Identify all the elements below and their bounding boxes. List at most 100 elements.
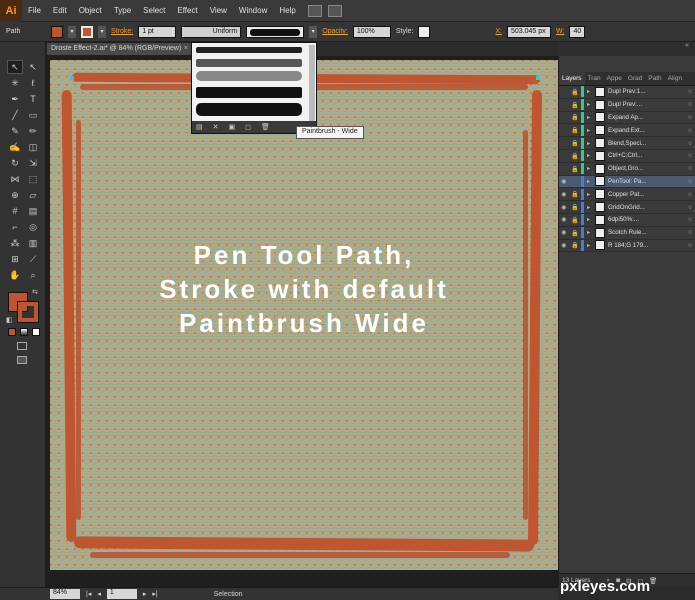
lock-icon[interactable]: 🔒: [569, 165, 581, 173]
menu-object[interactable]: Object: [73, 6, 108, 15]
slice-icon[interactable]: ⟋: [25, 252, 41, 266]
stroke-dropdown-icon[interactable]: ▾: [98, 25, 106, 38]
collapse-icon[interactable]: «: [685, 42, 689, 49]
lock-icon[interactable]: 🔒: [569, 152, 581, 160]
expand-arrow-icon[interactable]: ▸: [587, 178, 595, 185]
zoom-field[interactable]: 84%: [50, 589, 80, 599]
anchor-point-top-left[interactable]: [70, 76, 74, 80]
layer-name[interactable]: PenTool: Pa...: [608, 178, 685, 185]
rotate-icon[interactable]: ↻: [7, 156, 23, 170]
stroke-swatch[interactable]: [81, 25, 93, 38]
document-tab[interactable]: Droste Effect-2.ai* @ 84% (RGB/Preview) …: [46, 42, 192, 56]
shape-builder-icon[interactable]: ⊕: [7, 188, 23, 202]
eraser-icon[interactable]: ◫: [25, 140, 41, 154]
mesh-icon[interactable]: #: [7, 204, 23, 218]
layer-row[interactable]: ◉ 🔒 ▸ GridOnGrid... ○: [559, 201, 695, 214]
layer-name[interactable]: R 184;G 179...: [608, 242, 685, 249]
expand-arrow-icon[interactable]: ▸: [587, 152, 595, 159]
brush-dropdown-icon[interactable]: ▾: [309, 25, 318, 38]
layer-row[interactable]: 🔒 ▸ Expand Ap... ○: [559, 111, 695, 125]
last-artboard-icon[interactable]: ▸|: [152, 590, 157, 598]
tab-appearance[interactable]: Appe: [604, 72, 625, 85]
target-circle-icon[interactable]: ○: [685, 216, 695, 223]
visibility-eye-icon[interactable]: ◉: [559, 178, 569, 185]
layer-name[interactable]: Scotch Rule...: [608, 229, 685, 236]
layer-row[interactable]: ◉ 🔒 ▸ R 184;G 179... ○: [559, 239, 695, 253]
expand-arrow-icon[interactable]: ▸: [587, 127, 595, 134]
w-label[interactable]: W:: [556, 28, 564, 35]
expand-arrow-icon[interactable]: ▸: [587, 101, 595, 108]
visibility-eye-icon[interactable]: ◉: [559, 204, 569, 211]
eyedropper-icon[interactable]: ⌐: [7, 220, 23, 234]
column-graph-icon[interactable]: ▥: [25, 236, 41, 250]
width-icon[interactable]: ⋈: [7, 172, 23, 186]
layer-name[interactable]: Expand Ap...: [608, 114, 685, 121]
status-mode[interactable]: Selection: [214, 591, 243, 598]
expand-arrow-icon[interactable]: ▸: [587, 216, 595, 223]
zoom-icon[interactable]: ⌕: [25, 268, 41, 282]
menu-help[interactable]: Help: [273, 6, 301, 15]
close-icon[interactable]: ×: [184, 45, 188, 52]
brush-stroke-bottom[interactable]: [73, 536, 535, 552]
direct-selection-tool-icon[interactable]: ↖: [25, 60, 41, 74]
tab-gradient[interactable]: Grad: [625, 72, 645, 85]
tab-layers[interactable]: Layers: [559, 72, 585, 85]
menu-type[interactable]: Type: [108, 6, 137, 15]
scale-icon[interactable]: ⇲: [25, 156, 41, 170]
menu-effect[interactable]: Effect: [171, 6, 203, 15]
opacity-field[interactable]: 100%: [352, 25, 391, 38]
expand-arrow-icon[interactable]: ▸: [587, 114, 595, 121]
brush-option-1[interactable]: [196, 47, 302, 53]
target-circle-icon[interactable]: ○: [685, 114, 695, 121]
target-circle-icon[interactable]: ○: [685, 152, 695, 159]
paintbrush-icon[interactable]: ✎: [7, 124, 23, 138]
lasso-icon[interactable]: ℓ: [25, 76, 41, 90]
tab-pathfinder[interactable]: Path: [645, 72, 664, 85]
target-circle-icon[interactable]: ○: [685, 229, 695, 236]
artboard-icon[interactable]: ⊞: [7, 252, 23, 266]
layer-name[interactable]: Ctrl+C;Ctrl...: [608, 152, 685, 159]
first-artboard-icon[interactable]: |◂: [86, 590, 91, 598]
expand-arrow-icon[interactable]: ▸: [587, 204, 595, 211]
opacity-label[interactable]: Opacity:: [322, 28, 348, 35]
layer-row[interactable]: ◉ ▸ PenTool: Pa... ○: [559, 175, 695, 189]
dropdown-scrollbar[interactable]: [309, 45, 315, 121]
layer-name[interactable]: GridOnGrid...: [608, 204, 685, 211]
lock-icon[interactable]: 🔒: [569, 126, 581, 134]
layer-row[interactable]: 🔒 ▸ Blend,Speci... ○: [559, 137, 695, 150]
target-circle-icon[interactable]: ○: [685, 140, 695, 147]
panel-collapse-bar[interactable]: «: [558, 42, 695, 56]
layer-name[interactable]: Blend,Speci...: [608, 140, 685, 147]
target-circle-icon[interactable]: ○: [685, 165, 695, 172]
layer-row[interactable]: 🔒 ▸ Dupl Prev:... ○: [559, 99, 695, 112]
type-icon[interactable]: T: [25, 92, 41, 106]
visibility-eye-icon[interactable]: ◉: [559, 191, 569, 198]
brush-option-5-paintbrush-wide[interactable]: [196, 103, 302, 116]
fill-dropdown-icon[interactable]: ▾: [68, 25, 76, 38]
layer-name[interactable]: Dupl Prev:...: [608, 101, 685, 108]
visibility-eye-icon[interactable]: ◉: [559, 216, 569, 223]
free-transform-icon[interactable]: ⬚: [25, 172, 41, 186]
none-mode-icon[interactable]: [32, 328, 40, 336]
pencil-icon[interactable]: ✏: [25, 124, 41, 138]
lock-icon[interactable]: 🔒: [569, 88, 581, 96]
tab-align[interactable]: Align: [665, 72, 685, 85]
swap-colors-icon[interactable]: ⇆: [32, 288, 38, 296]
anchor-point-top-right[interactable]: [536, 76, 540, 80]
variable-width-profile[interactable]: Uniform: [181, 25, 242, 38]
menu-view[interactable]: View: [204, 6, 233, 15]
hand-icon[interactable]: ✋: [7, 268, 23, 282]
brush-definition-field[interactable]: [246, 25, 305, 38]
visibility-eye-icon[interactable]: ◉: [559, 229, 569, 236]
brush-option-2[interactable]: [196, 59, 302, 67]
layer-name[interactable]: Expand:Ext...: [608, 127, 685, 134]
color-mode-icon[interactable]: [8, 328, 16, 336]
layer-row[interactable]: 🔒 ▸ Dupl Prev:1... ○: [559, 86, 695, 99]
gradient-icon[interactable]: ▤: [25, 204, 41, 218]
x-label[interactable]: X:: [495, 28, 502, 35]
new-brush-icon[interactable]: ◻: [245, 123, 251, 131]
menu-select[interactable]: Select: [137, 6, 171, 15]
gradient-mode-icon[interactable]: [20, 328, 28, 336]
perspective-icon[interactable]: ▱: [25, 188, 41, 202]
layer-row[interactable]: 🔒 ▸ Object,Gro... ○: [559, 163, 695, 176]
